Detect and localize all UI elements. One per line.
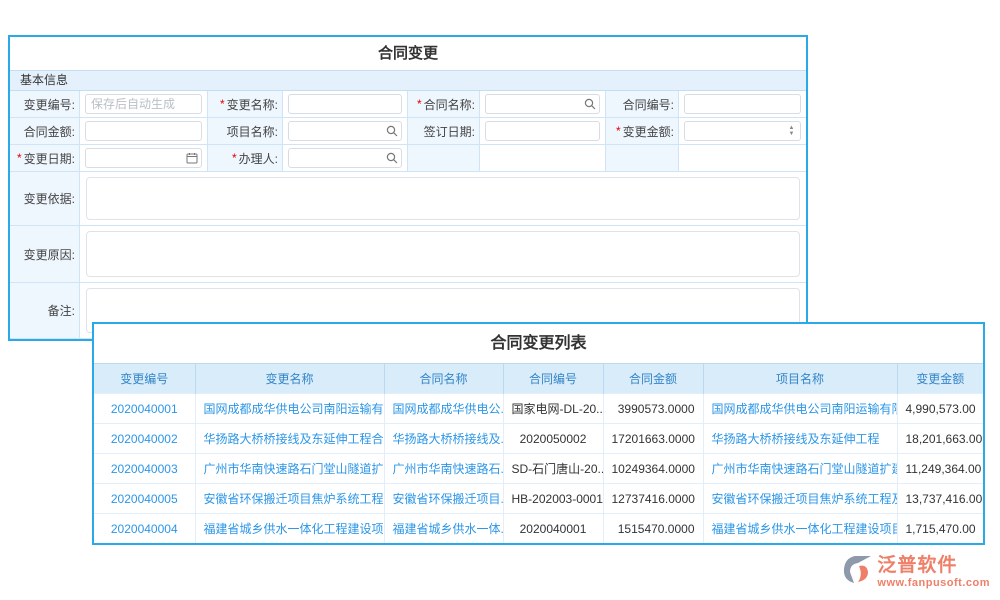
contract-amount-cell: 12737416.0000	[603, 484, 703, 514]
contract-amount-cell: 17201663.0000	[603, 424, 703, 454]
project-name-link[interactable]: 华扬路大桥桥接线及东延伸工程	[703, 424, 897, 454]
change-name-link[interactable]: 安徽省环保搬迁项目焦炉系统工程及...	[195, 484, 384, 514]
change-number-link[interactable]: 2020040004	[94, 514, 195, 544]
change-amount-cell: 4,990,573.00	[897, 394, 983, 424]
search-icon[interactable]	[583, 97, 596, 110]
col-header-project-name: 项目名称	[703, 364, 897, 394]
contract-number-cell: 2020050002	[503, 424, 603, 454]
project-name-link[interactable]: 广州市华南快速路石门堂山隧道扩建工...	[703, 454, 897, 484]
change-name-link[interactable]: 华扬路大桥桥接线及东延伸工程合同	[195, 424, 384, 454]
change-name-link[interactable]: 国网成都成华供电公司南阳运输有限...	[195, 394, 384, 424]
handler-label: * 办理人:	[208, 145, 283, 172]
project-name-link[interactable]: 福建省城乡供水一体化工程建设项目	[703, 514, 897, 544]
change-amount-input[interactable]	[684, 121, 801, 141]
required-star: *	[232, 151, 237, 165]
empty-field-cell	[679, 145, 806, 172]
change-name-input[interactable]	[288, 94, 402, 114]
col-header-contract-amount: 合同金额	[603, 364, 703, 394]
section-basic-info: 基本信息	[10, 70, 806, 91]
change-amount-cell: 1,715,470.00	[897, 514, 983, 544]
table-row: 2020040001 国网成都成华供电公司南阳运输有限... 国网成都成华供电公…	[94, 394, 983, 424]
contract-change-form-panel: 合同变更 基本信息 变更编号: * 变更名称: * 合同名称:	[8, 35, 808, 341]
contract-name-link[interactable]: 华扬路大桥桥接线及...	[384, 424, 503, 454]
contract-change-table: 变更编号 变更名称 合同名称 合同编号 合同金额 项目名称 变更金额 20200…	[94, 363, 983, 544]
calendar-icon[interactable]	[185, 151, 198, 164]
contract-name-link[interactable]: 安徽省环保搬迁项目...	[384, 484, 503, 514]
col-header-contract-number: 合同编号	[503, 364, 603, 394]
change-reason-textarea[interactable]	[86, 231, 800, 277]
table-row: 2020040005 安徽省环保搬迁项目焦炉系统工程及... 安徽省环保搬迁项目…	[94, 484, 983, 514]
contract-number-input[interactable]	[684, 94, 801, 114]
contract-amount-cell: 10249364.0000	[603, 454, 703, 484]
change-amount-cell: 18,201,663.00	[897, 424, 983, 454]
change-reason-label: 变更原因:	[10, 226, 80, 283]
fanpu-logo: 泛普软件 www.fanpusoft.com	[843, 555, 990, 590]
required-star: *	[220, 97, 225, 111]
change-basis-textarea[interactable]	[86, 177, 800, 220]
form-title: 合同变更	[10, 37, 806, 70]
contract-number-cell: 2020040001	[503, 514, 603, 544]
contract-amount-cell: 1515470.0000	[603, 514, 703, 544]
fanpu-logo-icon	[843, 555, 875, 590]
sign-date-label: 签订日期:	[408, 118, 480, 145]
change-amount-cell: 11,249,364.00	[897, 454, 983, 484]
contract-number-label: 合同编号:	[606, 91, 679, 118]
logo-url: www.fanpusoft.com	[877, 577, 990, 589]
change-amount-cell: 13,737,416.00	[897, 484, 983, 514]
contract-name-link[interactable]: 国网成都成华供电公...	[384, 394, 503, 424]
remark-label: 备注:	[10, 283, 80, 339]
sign-date-input[interactable]	[485, 121, 600, 141]
required-star: *	[17, 151, 22, 165]
empty-field-cell	[480, 145, 606, 172]
change-name-label: * 变更名称:	[208, 91, 283, 118]
empty-label-cell	[408, 145, 480, 172]
change-number-link[interactable]: 2020040005	[94, 484, 195, 514]
change-number-label: 变更编号:	[10, 91, 80, 118]
change-number-link[interactable]: 2020040001	[94, 394, 195, 424]
project-name-label: 项目名称:	[208, 118, 283, 145]
list-title: 合同变更列表	[94, 324, 983, 363]
contract-number-cell: 国家电网-DL-20...	[503, 394, 603, 424]
change-number-input[interactable]	[85, 94, 202, 114]
project-name-link[interactable]: 国网成都成华供电公司南阳运输有限公...	[703, 394, 897, 424]
change-name-link[interactable]: 福建省城乡供水一体化工程建设项目...	[195, 514, 384, 544]
required-star: *	[616, 124, 621, 138]
contract-name-link[interactable]: 福建省城乡供水一体...	[384, 514, 503, 544]
col-header-change-name: 变更名称	[195, 364, 384, 394]
logo-name: 泛普软件	[877, 555, 990, 577]
form-grid: 变更编号: * 变更名称: * 合同名称: 合同编号:	[10, 91, 806, 172]
contract-number-cell: HB-202003-0001	[503, 484, 603, 514]
stepper-down-icon[interactable]: ▼	[789, 131, 795, 137]
search-icon[interactable]	[385, 124, 398, 137]
change-amount-label: * 变更金额:	[606, 118, 679, 145]
required-star: *	[417, 97, 422, 111]
change-number-link[interactable]: 2020040002	[94, 424, 195, 454]
table-row: 2020040004 福建省城乡供水一体化工程建设项目... 福建省城乡供水一体…	[94, 514, 983, 544]
project-name-link[interactable]: 安徽省环保搬迁项目焦炉系统工程及公...	[703, 484, 897, 514]
table-header-row: 变更编号 变更名称 合同名称 合同编号 合同金额 项目名称 变更金额	[94, 364, 983, 394]
contract-amount-input[interactable]	[85, 121, 202, 141]
col-header-change-number: 变更编号	[94, 364, 195, 394]
contract-name-label: * 合同名称:	[408, 91, 480, 118]
empty-label-cell	[606, 145, 679, 172]
contract-change-list-panel: 合同变更列表 变更编号 变更名称 合同名称 合同编号 合同金额 项目名称 变更金…	[92, 322, 985, 545]
table-row: 2020040003 广州市华南快速路石门堂山隧道扩建... 广州市华南快速路石…	[94, 454, 983, 484]
contract-amount-cell: 3990573.0000	[603, 394, 703, 424]
change-name-link[interactable]: 广州市华南快速路石门堂山隧道扩建...	[195, 454, 384, 484]
number-stepper[interactable]: ▲▼	[786, 123, 797, 139]
change-date-label: * 变更日期:	[10, 145, 80, 172]
col-header-change-amount: 变更金额	[897, 364, 983, 394]
change-basis-label: 变更依据:	[10, 172, 80, 226]
col-header-contract-name: 合同名称	[384, 364, 503, 394]
contract-name-link[interactable]: 广州市华南快速路石...	[384, 454, 503, 484]
contract-number-cell: SD-石门唐山-20...	[503, 454, 603, 484]
search-icon[interactable]	[385, 151, 398, 164]
contract-amount-label: 合同金额:	[10, 118, 80, 145]
table-row: 2020040002 华扬路大桥桥接线及东延伸工程合同 华扬路大桥桥接线及...…	[94, 424, 983, 454]
change-number-link[interactable]: 2020040003	[94, 454, 195, 484]
